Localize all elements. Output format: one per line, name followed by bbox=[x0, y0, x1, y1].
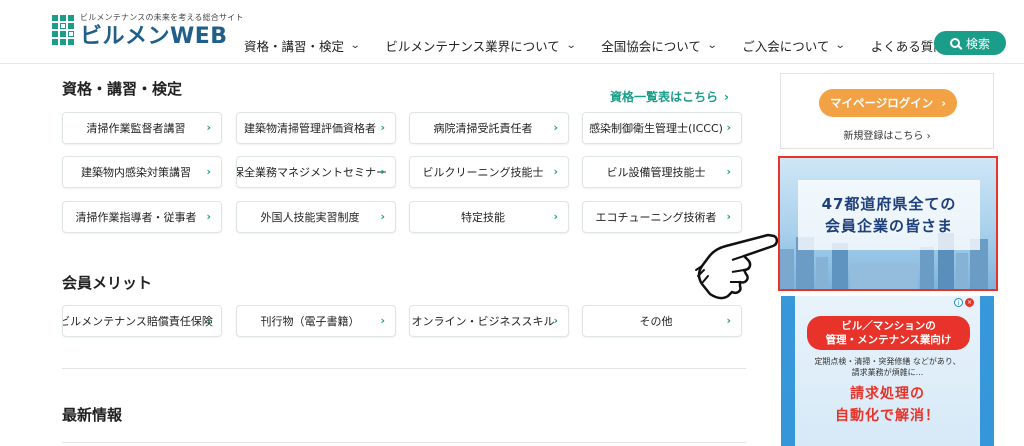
benefit-button[interactable]: その他 › bbox=[582, 305, 742, 337]
qualification-button[interactable]: 特定技能 › bbox=[409, 201, 569, 233]
chevron-right-icon: › bbox=[380, 121, 385, 134]
button-label: 感染制御衛生管理士(ICCC) bbox=[589, 122, 723, 135]
nav-item-label: 資格・講習・検定 bbox=[244, 39, 345, 54]
chevron-right-icon: › bbox=[926, 131, 931, 142]
ad-main-line-1: 請求処理の bbox=[850, 386, 925, 402]
main-nav: 資格・講習・検定 ⌄ ビルメンテナンス業界について ⌄ 全国協会について ⌄ ご… bbox=[244, 36, 972, 55]
button-label: その他 bbox=[639, 315, 673, 328]
ad-badge[interactable]: i × bbox=[954, 298, 974, 307]
ad-close-icon[interactable]: × bbox=[965, 298, 974, 307]
nav-item-association[interactable]: 全国協会について ⌄ bbox=[601, 36, 718, 55]
logo-grid-icon bbox=[52, 15, 74, 49]
section-title-news: 最新情報 bbox=[62, 406, 123, 424]
ad-main-line-2: 自動化で解消！ bbox=[835, 408, 940, 424]
button-label: 刊行物（電子書籍） bbox=[260, 315, 360, 328]
nav-item-label: ビルメンテナンス業界について bbox=[385, 39, 560, 54]
qualification-button[interactable]: 建築物清掃管理評価資格者 › bbox=[236, 112, 396, 144]
qualification-button[interactable]: 建築物内感染対策講習 › bbox=[62, 156, 222, 188]
search-button-label: 検索 bbox=[965, 36, 990, 51]
chevron-right-icon: › bbox=[553, 314, 558, 327]
banner-line-1: 47都道府県全ての bbox=[821, 195, 957, 213]
chevron-down-icon: ⌄ bbox=[706, 40, 718, 51]
search-icon bbox=[949, 38, 960, 48]
banner-line-2: 会員企業の皆さま bbox=[824, 217, 953, 235]
chevron-right-icon: › bbox=[206, 314, 211, 327]
news-divider bbox=[62, 442, 746, 443]
banner-text-panel: 47都道府県全ての 会員企業の皆さま bbox=[798, 180, 980, 250]
button-label: 建築物清掃管理評価資格者 bbox=[244, 122, 376, 135]
login-box: マイページログイン › 新規登録はこちら › bbox=[780, 73, 994, 149]
chevron-right-icon: › bbox=[206, 165, 211, 178]
button-label: エコチューニング技術者 bbox=[595, 211, 717, 224]
button-label: 特定技能 bbox=[461, 211, 505, 224]
section-divider bbox=[62, 368, 746, 369]
chevron-right-icon: › bbox=[726, 314, 731, 327]
ad-header-line-2: 管理・メンテナンス業向け bbox=[825, 334, 952, 346]
nav-item-qualifications[interactable]: 資格・講習・検定 ⌄ bbox=[244, 36, 361, 55]
button-label: 清掃作業指導者・従事者 bbox=[75, 211, 197, 224]
button-label: ビルメンテナンス賠償責任保険 bbox=[62, 315, 213, 328]
chevron-right-icon: › bbox=[726, 121, 731, 134]
button-label: 保全業務マネジメントセミナー bbox=[236, 166, 387, 179]
qualification-button[interactable]: ビルクリーニング技能士 › bbox=[409, 156, 569, 188]
ad-sub-line-1: 定期点検・清掃・突発修繕 などがあり、 bbox=[814, 357, 961, 366]
site-logo[interactable]: ビルメンテナンスの未来を考える総合サイト ビルメンWEB bbox=[52, 12, 244, 49]
qualification-button[interactable]: 病院清掃受託責任者 › bbox=[409, 112, 569, 144]
qualification-button[interactable]: 感染制御衛生管理士(ICCC) › bbox=[582, 112, 742, 144]
ad-header-line-1: ビル／マンションの bbox=[841, 320, 936, 332]
button-label: ビル設備管理技能士 bbox=[606, 166, 706, 179]
chevron-right-icon: › bbox=[726, 165, 731, 178]
site-header: ビルメンテナンスの未来を考える総合サイト ビルメンWEB 資格・講習・検定 ⌄ … bbox=[0, 0, 1024, 64]
chevron-right-icon: › bbox=[206, 121, 211, 134]
qualification-button[interactable]: 清掃作業指導者・従事者 › bbox=[62, 201, 222, 233]
benefit-button[interactable]: ビルメンテナンス賠償責任保険 › bbox=[62, 305, 222, 337]
mypage-login-button[interactable]: マイページログイン › bbox=[819, 89, 957, 117]
chevron-right-icon: › bbox=[380, 165, 385, 178]
chevron-down-icon: ⌄ bbox=[835, 40, 847, 51]
nav-item-label: ご入会について bbox=[742, 39, 830, 54]
button-label: 清掃作業監督者講習 bbox=[86, 122, 186, 135]
ad-sub-line-2: 請求業務が煩雑に... bbox=[851, 368, 924, 377]
invoice-automation-ad[interactable]: i × ビル／マンションの 管理・メンテナンス業向け 定期点検・清掃・突発修繕 … bbox=[781, 296, 994, 446]
nav-item-industry[interactable]: ビルメンテナンス業界について ⌄ bbox=[385, 36, 577, 55]
member-companies-banner[interactable]: 47都道府県全ての 会員企業の皆さま bbox=[778, 156, 998, 291]
chevron-right-icon: › bbox=[553, 210, 558, 223]
nav-item-label: 全国協会について bbox=[601, 39, 701, 54]
search-button[interactable]: 検索 bbox=[934, 31, 1006, 55]
hand-pointer-icon bbox=[695, 233, 779, 300]
qualification-list-link[interactable]: 資格一覧表はこちら › bbox=[610, 88, 729, 105]
chevron-right-icon: › bbox=[553, 121, 558, 134]
nav-item-membership[interactable]: ご入会について ⌄ bbox=[742, 36, 847, 55]
button-label: 病院清掃受託責任者 bbox=[433, 122, 533, 135]
button-label: ビルクリーニング技能士 bbox=[422, 166, 544, 179]
logo-tagline: ビルメンテナンスの未来を考える総合サイト bbox=[80, 13, 244, 22]
ad-info-icon[interactable]: i bbox=[954, 298, 963, 307]
chevron-right-icon: › bbox=[380, 314, 385, 327]
chevron-right-icon: › bbox=[380, 210, 385, 223]
benefit-button[interactable]: 刊行物（電子書籍） › bbox=[236, 305, 396, 337]
section-title-qualifications: 資格・講習・検定 bbox=[62, 80, 183, 98]
qualification-button[interactable]: 清掃作業監督者講習 › bbox=[62, 112, 222, 144]
chevron-right-icon: › bbox=[726, 210, 731, 223]
button-label: 建築物内感染対策講習 bbox=[81, 166, 191, 179]
mypage-login-label: マイページログイン bbox=[829, 96, 934, 110]
logo-name: ビルメンWEB bbox=[80, 24, 228, 49]
ad-header-box: ビル／マンションの 管理・メンテナンス業向け bbox=[807, 316, 970, 350]
chevron-right-icon: › bbox=[941, 96, 947, 110]
register-link[interactable]: 新規登録はこちら › bbox=[781, 127, 993, 142]
button-label: 外国人技能実習制度 bbox=[260, 211, 360, 224]
chevron-down-icon: ⌄ bbox=[349, 40, 361, 51]
section-title-benefits: 会員メリット bbox=[62, 274, 153, 292]
benefit-button[interactable]: オンライン・ビジネススキル › bbox=[409, 305, 569, 337]
qualification-button[interactable]: 保全業務マネジメントセミナー › bbox=[236, 156, 396, 188]
chevron-right-icon: › bbox=[553, 165, 558, 178]
register-link-label: 新規登録はこちら bbox=[843, 131, 924, 142]
chevron-right-icon: › bbox=[206, 210, 211, 223]
list-link-label: 資格一覧表はこちら bbox=[610, 90, 719, 104]
chevron-down-icon: ⌄ bbox=[565, 40, 577, 51]
qualification-button[interactable]: ビル設備管理技能士 › bbox=[582, 156, 742, 188]
button-label: オンライン・ビジネススキル bbox=[411, 315, 555, 328]
chevron-right-icon: › bbox=[724, 90, 729, 104]
qualification-button[interactable]: 外国人技能実習制度 › bbox=[236, 201, 396, 233]
